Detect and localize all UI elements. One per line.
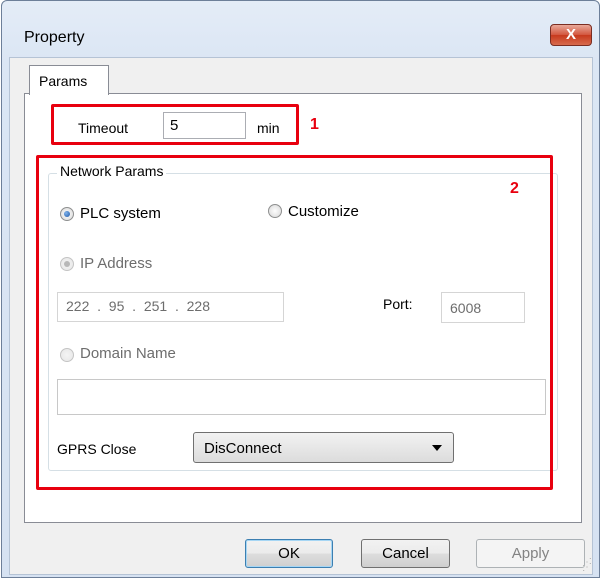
annotation-box-2 bbox=[36, 155, 553, 490]
close-icon: X bbox=[565, 26, 576, 43]
tab-params-label: Params bbox=[39, 73, 88, 89]
tab-params[interactable]: Params bbox=[29, 65, 109, 95]
resize-grip-icon[interactable]: ⋰ ⋰ bbox=[582, 558, 594, 574]
annotation-box-1 bbox=[51, 104, 299, 145]
cancel-button[interactable]: Cancel bbox=[361, 539, 450, 568]
close-button[interactable]: X bbox=[550, 24, 592, 46]
annotation-number-2: 2 bbox=[510, 180, 519, 197]
annotation-number-1: 1 bbox=[310, 116, 319, 133]
ok-button[interactable]: OK bbox=[245, 539, 333, 568]
dialog-title: Property bbox=[24, 29, 85, 46]
apply-button[interactable]: Apply bbox=[476, 539, 585, 568]
